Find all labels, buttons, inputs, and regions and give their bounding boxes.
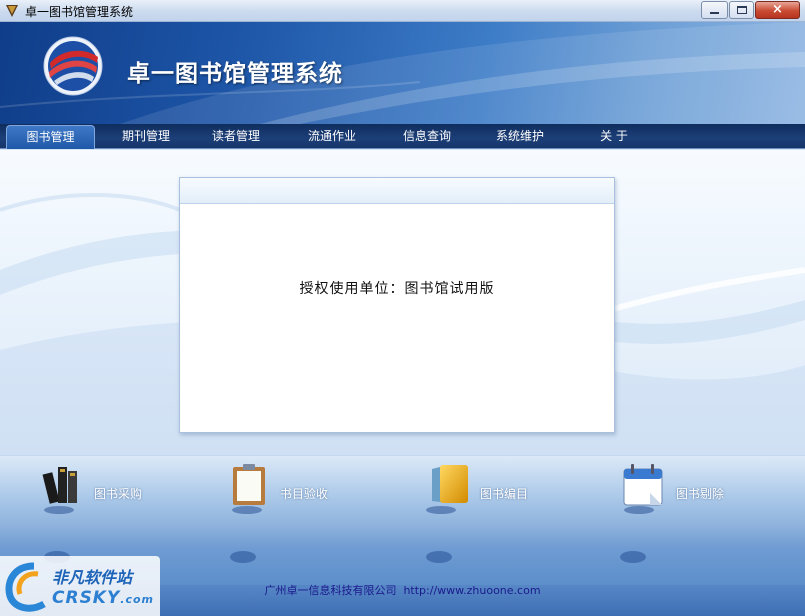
banner-swoosh <box>0 22 805 124</box>
main-content: 授权使用单位：图书馆试用版 <box>0 150 805 455</box>
minimize-icon <box>710 12 719 14</box>
minimize-button[interactable] <box>701 1 728 19</box>
shortcut-book-cataloging[interactable]: 图书编目 <box>426 456 546 526</box>
nav-system-maintenance[interactable]: 系统维护 <box>480 124 560 149</box>
clipboard-icon <box>233 464 265 505</box>
reflection-shadow <box>230 551 256 563</box>
shortcut-label: 图书编目 <box>480 487 529 501</box>
watermark-domain: .com <box>120 593 155 606</box>
nav-periodical-management[interactable]: 期刊管理 <box>106 124 186 149</box>
reflection-shadow <box>620 551 646 563</box>
shortcut-catalog-acceptance[interactable]: 书目验收 <box>230 456 350 526</box>
nav-info-query[interactable]: 信息查询 <box>387 124 467 149</box>
window-title: 卓一图书馆管理系统 <box>25 5 134 19</box>
footer-company: 广州卓一信息科技有限公司 <box>264 584 397 597</box>
window-titlebar[interactable]: 卓一图书馆管理系统 × <box>0 0 805 22</box>
footer-url[interactable]: http://www.zhuoone.com <box>403 584 540 597</box>
calendar-icon <box>623 464 663 506</box>
icon-shadow <box>624 506 654 514</box>
app-title: 卓一图书馆管理系统 <box>127 61 343 87</box>
nav-about[interactable]: 关 于 <box>574 124 654 149</box>
crsky-logo-icon <box>5 562 46 612</box>
watermark-en: CRSKY.com <box>52 588 154 608</box>
shortcut-bar: 图书采购 书目验收 图书编目 图书剔除 <box>0 455 805 525</box>
close-button[interactable]: × <box>755 1 800 19</box>
shortcut-label: 书目验收 <box>280 487 329 501</box>
license-panel-header <box>180 178 614 204</box>
nav-circulation[interactable]: 流通作业 <box>292 124 372 149</box>
main-menu: 图书管理 期刊管理 读者管理 流通作业 信息查询 系统维护 关 于 <box>0 124 805 149</box>
globe-logo-icon <box>43 36 103 96</box>
crsky-watermark: 非凡软件站 CRSKY.com <box>0 556 160 616</box>
license-text: 授权使用单位：图书馆试用版 <box>299 281 495 297</box>
watermark-cn: 非凡软件站 <box>52 568 133 587</box>
books-icon <box>42 467 77 504</box>
nav-book-management[interactable]: 图书管理 <box>6 125 95 149</box>
shortcut-label: 图书剔除 <box>676 487 725 501</box>
app-icon <box>6 5 18 17</box>
icon-shadow <box>44 506 74 514</box>
header-banner: 卓一图书馆管理系统 <box>0 22 805 124</box>
shortcut-label: 图书采购 <box>94 487 143 501</box>
maximize-icon <box>737 6 747 14</box>
icon-shadow <box>426 506 456 514</box>
shortcut-book-removal[interactable]: 图书剔除 <box>622 456 742 526</box>
icon-shadow <box>232 506 262 514</box>
license-panel: 授权使用单位：图书馆试用版 <box>179 177 615 433</box>
close-icon: × <box>772 2 783 17</box>
reflection-shadow <box>426 551 452 563</box>
shortcut-book-purchase[interactable]: 图书采购 <box>40 456 160 526</box>
nav-reader-management[interactable]: 读者管理 <box>196 124 276 149</box>
folder-icon <box>432 465 468 503</box>
watermark-brand: CRSKY <box>52 588 121 608</box>
maximize-button[interactable] <box>729 1 754 19</box>
